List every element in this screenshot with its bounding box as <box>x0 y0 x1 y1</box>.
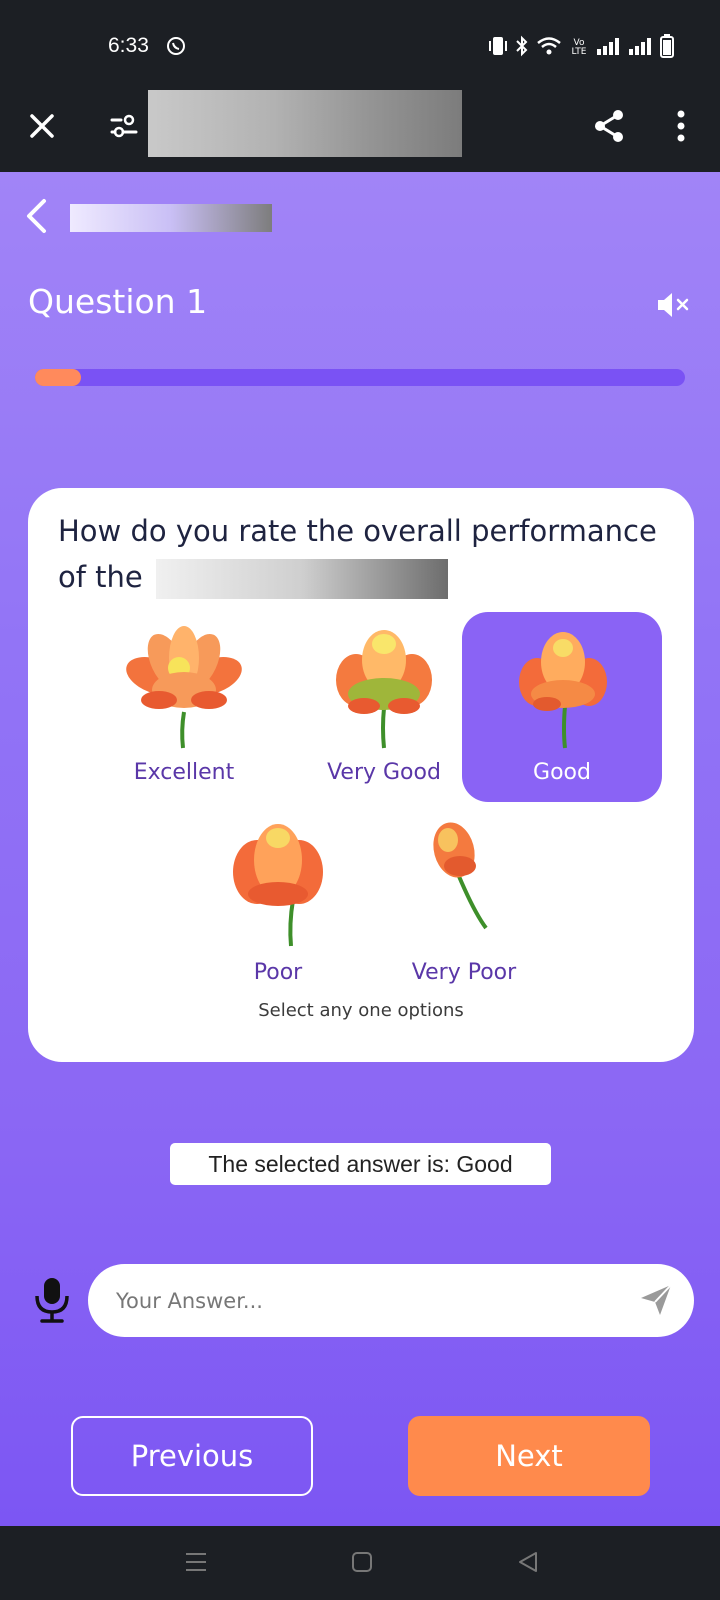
system-nav-bar <box>0 1526 720 1600</box>
more-vert-icon[interactable] <box>664 104 698 148</box>
quiz-screen: Question 1 How do you rate the overall p… <box>0 172 720 1526</box>
answer-input[interactable] <box>116 1264 616 1337</box>
selected-answer-text: The selected answer is: Good <box>170 1143 551 1185</box>
redacted-question-part <box>155 559 448 599</box>
option-very-good[interactable]: Very Good <box>284 612 484 802</box>
filter-icon[interactable] <box>104 106 144 146</box>
mic-icon[interactable] <box>32 1276 72 1328</box>
option-excellent[interactable]: Excellent <box>84 612 284 802</box>
next-button[interactable]: Next <box>408 1416 650 1496</box>
back-row <box>24 198 272 238</box>
lotus-closed-icon <box>233 824 323 947</box>
lotus-half-open-icon <box>336 630 432 749</box>
option-poor[interactable]: Poor <box>178 810 378 1000</box>
back-arrow-icon[interactable] <box>24 198 48 238</box>
question-text-block: How do you rate the overall performance … <box>58 508 658 600</box>
lotus-bud-open-icon <box>519 632 607 749</box>
whatsapp-icon <box>166 36 186 60</box>
signal-icon <box>596 36 622 60</box>
mute-icon[interactable] <box>656 290 690 324</box>
question-card: How do you rate the overall performance … <box>28 488 694 1062</box>
send-icon[interactable] <box>638 1282 674 1322</box>
previous-button[interactable]: Previous <box>71 1416 313 1496</box>
progress-bar <box>35 369 685 386</box>
option-very-poor[interactable]: Very Poor <box>364 810 564 1000</box>
status-icons: Vo LTE <box>488 34 674 62</box>
volte-icon: Vo LTE <box>571 38 587 57</box>
bluetooth-icon <box>514 35 530 61</box>
signal-icon <box>628 36 654 60</box>
recents-icon[interactable] <box>184 1550 208 1578</box>
option-label: Poor <box>253 960 303 985</box>
home-icon[interactable] <box>350 1550 374 1578</box>
vibrate-icon <box>488 35 508 61</box>
lotus-bud-icon <box>433 822 488 930</box>
back-nav-icon[interactable] <box>516 1550 540 1578</box>
close-icon[interactable] <box>22 106 62 146</box>
option-label: Very Poor <box>411 960 517 985</box>
option-label: Excellent <box>133 760 235 785</box>
status-time: 6:33 <box>108 34 149 57</box>
app-bar <box>0 90 720 172</box>
wifi-icon <box>536 35 562 61</box>
answer-field <box>88 1264 694 1337</box>
battery-icon <box>660 34 674 62</box>
option-label: Good <box>533 760 591 785</box>
status-bar: 6:33 Vo LTE <box>0 0 720 90</box>
share-icon[interactable] <box>588 104 630 148</box>
option-label: Very Good <box>327 760 441 785</box>
option-good[interactable]: Good <box>462 612 662 802</box>
redacted-subtitle <box>70 204 272 232</box>
redacted-app-title <box>148 90 462 157</box>
lotus-open-icon <box>126 626 242 749</box>
progress-fill <box>35 369 81 386</box>
hint-text: Select any one options <box>258 1000 464 1021</box>
question-title: Question 1 <box>28 282 208 321</box>
